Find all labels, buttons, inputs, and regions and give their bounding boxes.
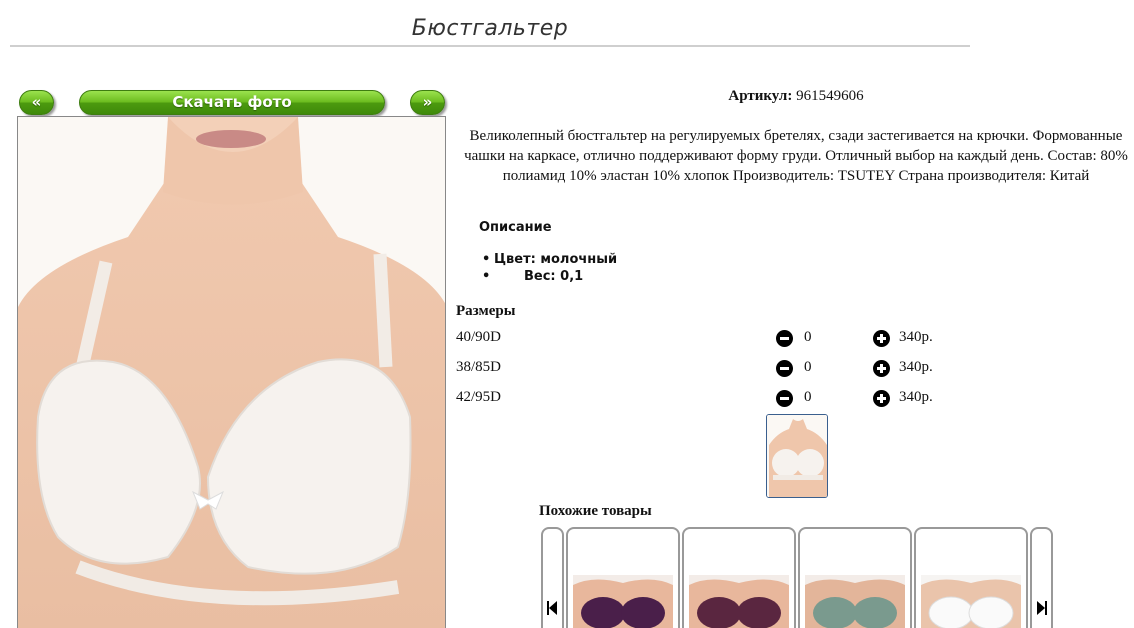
size-name: 42/95D [456,389,501,405]
sizes-heading: Размеры [456,303,516,319]
size-row: 42/95D 0 340р. [456,389,956,409]
size-price: 340р. [899,359,933,375]
sku-label: Артикул: [728,88,793,104]
sku-line: Артикул: 961549606 [456,88,1134,105]
size-name: 38/85D [456,359,501,375]
size-quantity: 0 [804,389,812,405]
size-name: 40/90D [456,329,501,345]
product-main-photo [17,116,446,628]
size-price: 340р. [899,329,933,345]
white-bra-photo-icon [921,575,1021,628]
purple-bra-photo-icon [573,575,673,628]
attribute-weight-text: Вес: 0,1 [524,269,584,284]
plus-circle-icon[interactable] [873,360,890,377]
similar-product-card[interactable] [914,527,1028,628]
similar-product-card[interactable] [566,527,680,628]
size-row: 38/85D 0 340р. [456,359,956,379]
title-divider [10,45,970,47]
attribute-list: Цвет: молочный Вес: 0,1 [482,251,617,285]
download-photo-button[interactable]: Скачать фото [79,90,385,115]
size-quantity: 0 [804,359,812,375]
plus-circle-icon[interactable] [873,330,890,347]
photo-thumbnail[interactable] [766,414,828,498]
next-photo-button[interactable]: » [410,90,445,115]
description-heading: Описание [479,220,552,235]
attribute-color: Цвет: молочный [482,251,617,268]
similar-products-heading: Похожие товары [539,503,652,519]
similar-product-card[interactable] [682,527,796,628]
minus-circle-icon[interactable] [776,390,793,407]
skip-back-icon [547,601,557,615]
product-description: Великолепный бюстгальтер на регулируемых… [464,128,1128,184]
plus-circle-icon[interactable] [873,390,890,407]
skip-forward-icon [1037,601,1047,615]
sage-lace-bra-photo-icon [805,575,905,628]
carousel-next-button[interactable] [1030,527,1053,628]
carousel-prev-button[interactable] [541,527,564,628]
size-quantity: 0 [804,329,812,345]
minus-circle-icon[interactable] [776,360,793,377]
similar-product-card[interactable] [798,527,912,628]
page-title: Бюстгальтер [411,16,569,41]
size-price: 340р. [899,389,933,405]
plum-bra-photo-icon [689,575,789,628]
prev-photo-button[interactable]: « [19,90,54,115]
sku-value: 961549606 [796,88,864,104]
minus-circle-icon[interactable] [776,330,793,347]
attribute-weight: Вес: 0,1 [482,268,617,285]
size-row: 40/90D 0 340р. [456,329,956,349]
